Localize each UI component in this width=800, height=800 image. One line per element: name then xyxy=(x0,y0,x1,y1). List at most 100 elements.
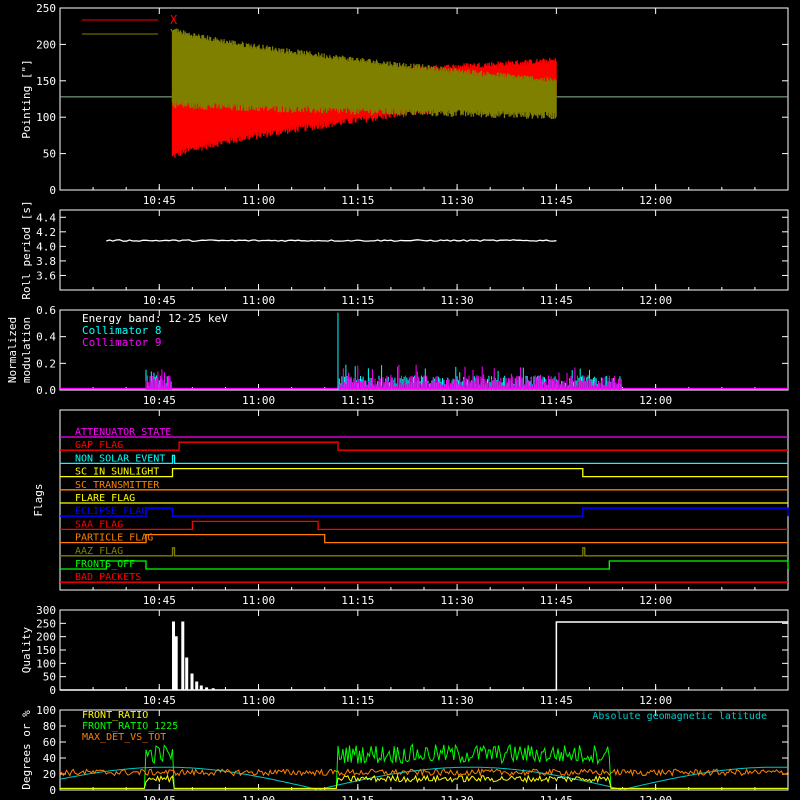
pointing-ylabel: Pointing ["] xyxy=(20,59,33,138)
panel-1-frame xyxy=(59,209,789,291)
panel-1-xtick-label: 10:45 xyxy=(143,294,176,307)
panel-1-ytick-label: 4.2 xyxy=(36,226,56,239)
panel-1-ytick-label: 4.0 xyxy=(36,240,56,253)
panel-5-xtick-label: 12:00 xyxy=(639,794,672,800)
panel-1-xtick-label: 11:00 xyxy=(242,294,275,307)
degrees-legend-0: FRONT_RATIO xyxy=(82,710,148,721)
flag-label-fronts-off: FRONTS_OFF xyxy=(75,559,135,570)
flag-label-sc-in-sunlight: SC_IN_SUNLIGHT xyxy=(75,467,159,478)
panel-3-xtick-label: 11:00 xyxy=(242,594,275,607)
flag-line-particle-flag xyxy=(60,533,788,544)
panel-2-ytick-label: 0.6 xyxy=(36,304,56,317)
degrees-legend-1: FRONT_RATIO_1225 xyxy=(82,721,178,732)
panel-2-ytick-label: 0.2 xyxy=(36,357,56,370)
panel-2-ytick-label: 0.0 xyxy=(36,384,56,397)
panel-5-ytick-label: 80 xyxy=(43,720,56,733)
panel-0-ytick-label: 250 xyxy=(36,2,56,15)
flag-line-sc-in-sunlight xyxy=(60,467,788,478)
panel-0-ytick-label: 200 xyxy=(36,38,56,51)
panel-4-ytick-label: 200 xyxy=(36,631,56,644)
panel-2-xtick-label: 11:30 xyxy=(441,394,474,407)
panel-5-ytick-label: 40 xyxy=(43,752,56,765)
flag-label-non-solar-event: NON_SOLAR_EVENT xyxy=(75,453,165,464)
panel-0-xtick-label: 11:30 xyxy=(441,194,474,207)
flag-line-fronts-off xyxy=(60,560,789,570)
flag-line-non-solar-event xyxy=(60,454,788,465)
modulation-collimator-9 xyxy=(145,364,622,390)
panel-3-xtick-label: 11:15 xyxy=(341,594,374,607)
degrees-legend-2: MAX_DET_VS_TOT xyxy=(82,732,166,743)
panel-5-ytick-label: 60 xyxy=(43,736,56,749)
multi-panel-chart: 10:45 11:00 11:15 11:30 11:45 12:000501001502… xyxy=(6,2,789,800)
flag-line-saa-flag xyxy=(60,520,788,531)
roll-period-ylabel: Roll period [s] xyxy=(20,200,33,299)
quality-spikes xyxy=(172,621,215,690)
pointing-series-y xyxy=(171,28,557,120)
flag-label-particle-flag: PARTICLE_FLAG xyxy=(75,533,153,544)
panel-0-ytick-label: 150 xyxy=(36,75,56,88)
flags-ylabel: Flags xyxy=(32,483,45,516)
panel-4-xtick-label: 12:00 xyxy=(639,694,672,707)
panel-4-xtick-label: 11:45 xyxy=(540,694,573,707)
panel-4-xtick-label: 11:15 xyxy=(341,694,374,707)
panel-3-xtick-label: 11:30 xyxy=(441,594,474,607)
panel-0-ytick-label: 100 xyxy=(36,111,56,124)
panel-4-ytick-label: 250 xyxy=(36,617,56,630)
panel-1-xtick-label: 12:00 xyxy=(639,294,672,307)
panel-2-xtick-label: 11:15 xyxy=(341,394,374,407)
panel-4-xtick-label: 11:30 xyxy=(441,694,474,707)
panel-4-ytick-label: 0 xyxy=(49,684,56,697)
panel-3-xtick-label: 10:45 xyxy=(143,594,176,607)
panel-0-ytick-label: 0 xyxy=(49,184,56,197)
panel-5-xtick-label: 11:30 xyxy=(441,794,474,800)
panel-0-xtick-label: 11:15 xyxy=(341,194,374,207)
panel-4-xtick-label: 10:45 xyxy=(143,694,176,707)
panel-2-xtick-label: 12:00 xyxy=(639,394,672,407)
flag-label-flare-flag: FLARE_FLAG xyxy=(75,493,135,504)
panel-3-xtick-label: 12:00 xyxy=(639,594,672,607)
modulation-ylabel-line-2: modulation xyxy=(20,317,33,383)
panel-4-ytick-label: 100 xyxy=(36,657,56,670)
quality-step-line xyxy=(60,621,788,691)
panel-4-ytick-label: 300 xyxy=(36,604,56,617)
panel-4-ytick-label: 50 xyxy=(43,671,56,684)
panel-2-xtick-label: 11:45 xyxy=(540,394,573,407)
panel-0-xtick-label: 10:45 xyxy=(143,194,176,207)
panel-5-xtick-label: 11:00 xyxy=(242,794,275,800)
flag-line-gap-flag xyxy=(60,441,788,451)
panel-4-xtick-label: 11:00 xyxy=(242,694,275,707)
pointing-legend-label-y: Y xyxy=(170,27,178,41)
panel-5-ytick-label: 100 xyxy=(36,704,56,717)
panel-5-xtick-label: 11:15 xyxy=(341,794,374,800)
panel-1-xtick-label: 11:45 xyxy=(540,294,573,307)
panel-3-xtick-label: 11:45 xyxy=(540,594,573,607)
flag-line-aaz-flag xyxy=(60,547,788,557)
max-det-vs-tot-line xyxy=(59,767,789,778)
panel-2-xtick-label: 11:00 xyxy=(242,394,275,407)
panel-5-ytick-label: 20 xyxy=(43,768,56,781)
geomagnetic-latitude-label: Absolute geomagnetic latitude xyxy=(592,711,767,722)
panel-0-ytick-label: 50 xyxy=(43,148,56,161)
panel-1-ytick-label: 4.4 xyxy=(36,211,56,224)
panel-0-xtick-label: 11:00 xyxy=(242,194,275,207)
panel-0-xtick-label: 12:00 xyxy=(639,194,672,207)
flag-label-eclipse-flag: ECLIPSE_FLAG xyxy=(75,506,147,517)
modulation-ylabel-line-1: Normalized xyxy=(6,317,19,383)
flag-label-saa-flag: SAA_FLAG xyxy=(75,519,123,530)
panel-5-xtick-label: 11:45 xyxy=(540,794,573,800)
panel-5-ytick-label: 0 xyxy=(49,784,56,797)
panel-1-ytick-label: 3.8 xyxy=(36,255,56,268)
panel-1-xtick-label: 11:15 xyxy=(341,294,374,307)
flag-label-bad-packets: BAD_PACKETS xyxy=(75,572,141,583)
quality-ylabel: Quality xyxy=(20,626,33,673)
pointing-legend-label-x: X xyxy=(170,13,178,27)
roll-period-line xyxy=(106,239,557,242)
panel-5-xtick-label: 10:45 xyxy=(143,794,176,800)
panel-1-xtick-label: 11:30 xyxy=(441,294,474,307)
panel-0-xtick-label: 11:45 xyxy=(540,194,573,207)
panel-4-ytick-label: 150 xyxy=(36,644,56,657)
flag-label-sc-transmitter: SC_TRANSMITTER xyxy=(75,480,160,491)
flag-label-attenuator-state: ATTENUATOR_STATE xyxy=(75,427,171,438)
panel-2-xtick-label: 10:45 xyxy=(143,394,176,407)
flag-label-gap-flag: GAP_FLAG xyxy=(75,440,123,451)
